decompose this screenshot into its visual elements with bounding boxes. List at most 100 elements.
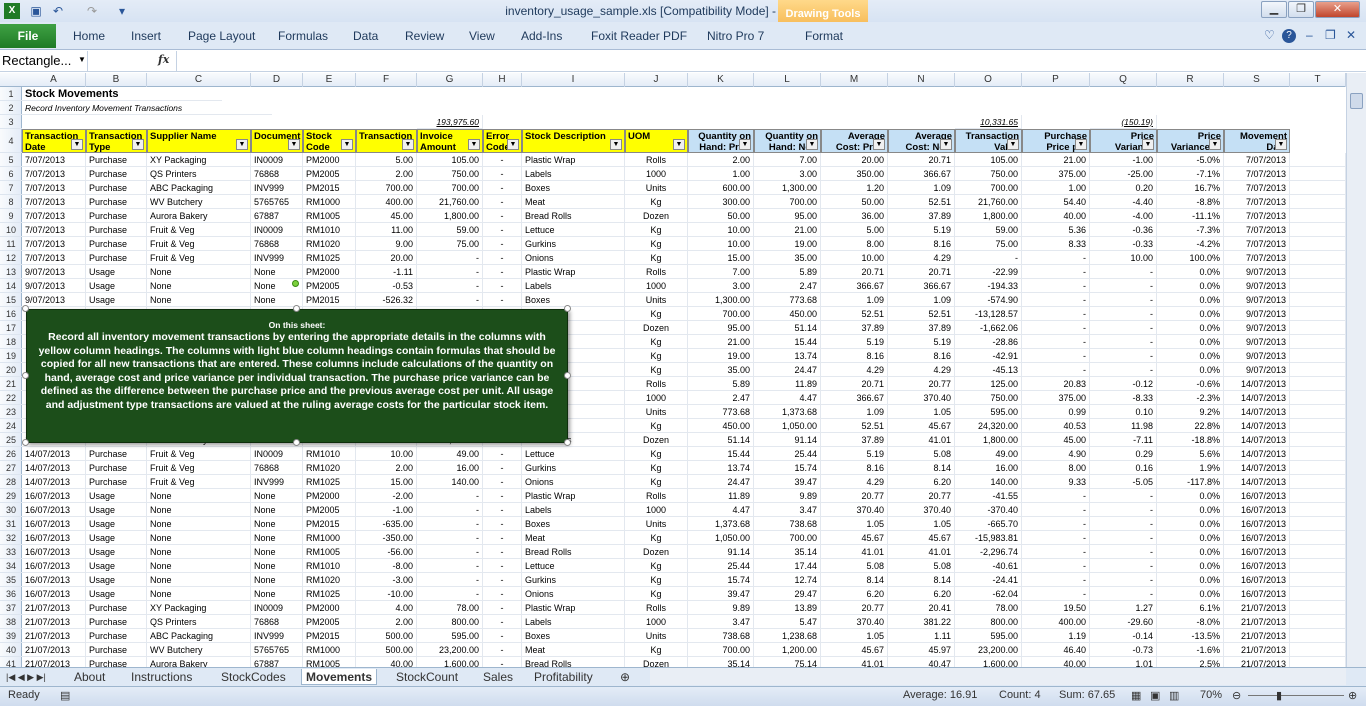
- table-cell[interactable]: 1,050.00: [688, 531, 754, 545]
- table-cell[interactable]: None: [251, 545, 303, 559]
- table-cell[interactable]: 140.00: [417, 475, 483, 489]
- table-cell[interactable]: Kg: [625, 307, 688, 321]
- table-cell[interactable]: [1290, 181, 1346, 195]
- minimize-button[interactable]: ▁: [1261, 1, 1287, 18]
- table-cell[interactable]: -: [1090, 503, 1157, 517]
- row-header[interactable]: 7: [0, 181, 22, 195]
- table-cell[interactable]: Gurkins: [522, 237, 625, 251]
- table-cell[interactable]: 39.47: [688, 587, 754, 601]
- table-cell[interactable]: 6.20: [821, 587, 888, 601]
- tab-nitro-pro-7[interactable]: Nitro Pro 7: [707, 29, 764, 43]
- table-cell[interactable]: 21/07/2013: [22, 643, 86, 657]
- table-cell[interactable]: 45.97: [888, 643, 955, 657]
- table-cell[interactable]: Kg: [625, 195, 688, 209]
- table-cell[interactable]: 40.47: [888, 657, 955, 667]
- table-cell[interactable]: 21/07/2013: [22, 629, 86, 643]
- table-cell[interactable]: 10.00: [688, 237, 754, 251]
- column-heading[interactable]: Error Code ▼: [483, 129, 522, 153]
- table-cell[interactable]: -18.8%: [1157, 433, 1224, 447]
- column-header-c[interactable]: C: [147, 73, 251, 87]
- table-cell[interactable]: [1290, 531, 1346, 545]
- table-cell[interactable]: ABC Packaging: [147, 629, 251, 643]
- resize-handle[interactable]: [22, 372, 29, 379]
- table-cell[interactable]: 23,200.00: [955, 643, 1022, 657]
- filter-dropdown-icon[interactable]: ▼: [1142, 139, 1154, 150]
- zoom-level[interactable]: 70%: [1200, 689, 1222, 701]
- filter-dropdown-icon[interactable]: ▼: [341, 139, 353, 150]
- table-cell[interactable]: None: [251, 531, 303, 545]
- zoom-slider[interactable]: [1248, 695, 1344, 696]
- table-cell[interactable]: 7/07/2013: [1224, 223, 1290, 237]
- column-header-t[interactable]: T: [1290, 73, 1346, 87]
- table-cell[interactable]: [1290, 405, 1346, 419]
- table-cell[interactable]: -: [417, 293, 483, 307]
- table-cell[interactable]: -: [417, 545, 483, 559]
- table-cell[interactable]: Meat: [522, 531, 625, 545]
- table-cell[interactable]: XY Packaging: [147, 153, 251, 167]
- table-cell[interactable]: 45.67: [888, 419, 955, 433]
- table-cell[interactable]: 0.16: [1090, 461, 1157, 475]
- table-cell[interactable]: Usage: [86, 559, 147, 573]
- table-cell[interactable]: 9/07/2013: [22, 279, 86, 293]
- table-cell[interactable]: None: [251, 517, 303, 531]
- table-cell[interactable]: -526.32: [356, 293, 417, 307]
- table-cell[interactable]: 39.47: [754, 475, 821, 489]
- table-cell[interactable]: -0.73: [1090, 643, 1157, 657]
- table-cell[interactable]: 2.00: [356, 615, 417, 629]
- scroll-thumb[interactable]: [1350, 93, 1363, 109]
- table-cell[interactable]: -: [483, 489, 522, 503]
- table-cell[interactable]: 9/07/2013: [1224, 349, 1290, 363]
- table-cell[interactable]: 16/07/2013: [1224, 545, 1290, 559]
- table-cell[interactable]: 700.00: [356, 181, 417, 195]
- table-cell[interactable]: 0.0%: [1157, 531, 1224, 545]
- table-cell[interactable]: 1.09: [888, 293, 955, 307]
- filter-dropdown-icon[interactable]: ▼: [132, 139, 144, 150]
- table-cell[interactable]: -: [483, 545, 522, 559]
- table-cell[interactable]: -: [1022, 363, 1090, 377]
- column-heading[interactable]: Transaction Date ▼: [22, 129, 86, 153]
- table-cell[interactable]: 9/07/2013: [22, 265, 86, 279]
- table-cell[interactable]: 41.01: [888, 433, 955, 447]
- table-cell[interactable]: 19.50: [1022, 601, 1090, 615]
- table-cell[interactable]: 1,800.00: [417, 209, 483, 223]
- row-header[interactable]: 35: [0, 573, 22, 587]
- table-cell[interactable]: 9/07/2013: [1224, 335, 1290, 349]
- filter-dropdown-icon[interactable]: ▼: [673, 139, 685, 150]
- table-cell[interactable]: 8.16: [821, 461, 888, 475]
- tab-data[interactable]: Data: [353, 29, 378, 43]
- column-heading[interactable]: Movement Date▼: [1224, 129, 1290, 153]
- tab-formulas[interactable]: Formulas: [278, 29, 328, 43]
- table-cell[interactable]: Rolls: [625, 377, 688, 391]
- table-cell[interactable]: -: [1090, 293, 1157, 307]
- table-cell[interactable]: 8.00: [821, 237, 888, 251]
- table-cell[interactable]: -: [1022, 335, 1090, 349]
- table-cell[interactable]: 10.00: [688, 223, 754, 237]
- column-header-p[interactable]: P: [1022, 73, 1090, 87]
- table-cell[interactable]: 24,320.00: [955, 419, 1022, 433]
- table-cell[interactable]: 16/07/2013: [1224, 489, 1290, 503]
- table-cell[interactable]: None: [251, 503, 303, 517]
- table-cell[interactable]: 5.6%: [1157, 447, 1224, 461]
- table-cell[interactable]: -: [483, 293, 522, 307]
- table-cell[interactable]: -: [483, 573, 522, 587]
- row-header[interactable]: 12: [0, 251, 22, 265]
- table-cell[interactable]: 7/07/2013: [1224, 209, 1290, 223]
- table-cell[interactable]: 45.67: [821, 531, 888, 545]
- table-cell[interactable]: -194.33: [955, 279, 1022, 293]
- table-cell[interactable]: Purchase: [86, 181, 147, 195]
- column-header-l[interactable]: L: [754, 73, 821, 87]
- table-cell[interactable]: -: [1090, 573, 1157, 587]
- table-cell[interactable]: 20.71: [821, 265, 888, 279]
- table-cell[interactable]: -635.00: [356, 517, 417, 531]
- table-cell[interactable]: Bread Rolls: [522, 545, 625, 559]
- table-cell[interactable]: Rolls: [625, 265, 688, 279]
- table-cell[interactable]: 51.14: [688, 433, 754, 447]
- table-cell[interactable]: 773.68: [688, 405, 754, 419]
- table-cell[interactable]: -370.40: [955, 503, 1022, 517]
- table-cell[interactable]: -: [1090, 363, 1157, 377]
- table-cell[interactable]: Purchase: [86, 447, 147, 461]
- table-cell[interactable]: 20.77: [821, 601, 888, 615]
- table-cell[interactable]: 52.51: [888, 307, 955, 321]
- instruction-textbox[interactable]: On this sheet: Record all inventory move…: [26, 309, 568, 443]
- table-cell[interactable]: 10.00: [356, 447, 417, 461]
